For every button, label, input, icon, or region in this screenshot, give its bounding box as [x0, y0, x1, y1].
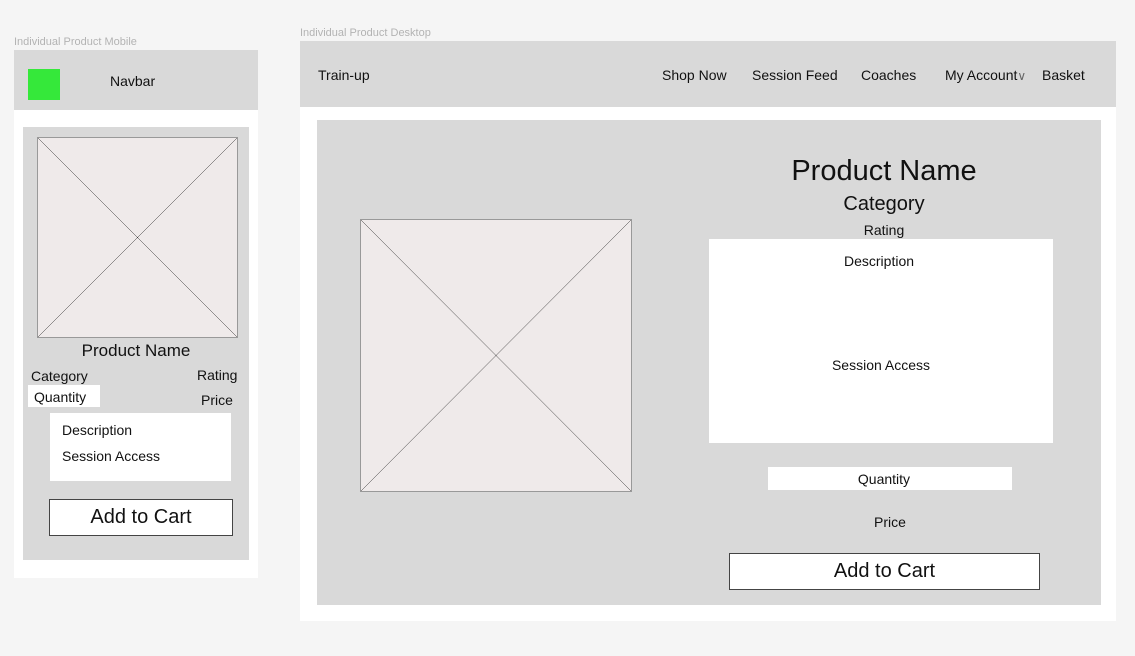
add-to-cart-button[interactable]: Add to Cart: [729, 553, 1040, 590]
desktop-navbar: Train-up Shop Now Session Feed Coaches M…: [300, 41, 1116, 107]
category-label: Category: [31, 368, 88, 384]
my-account-label: My Account: [945, 67, 1018, 83]
mobile-frame-label: Individual Product Mobile: [14, 36, 137, 48]
description-box: Description Session Access: [50, 413, 231, 481]
description-box: Description Session Access: [709, 239, 1053, 443]
session-access-label: Session Access: [62, 448, 161, 464]
add-to-cart-label: Add to Cart: [90, 506, 192, 528]
category-label: Category: [843, 193, 925, 215]
description-label: Description: [62, 422, 133, 438]
quantity-input[interactable]: Quantity: [28, 385, 100, 407]
nav-basket[interactable]: Basket: [1042, 67, 1085, 83]
price-label: Price: [874, 514, 906, 530]
brand-logo[interactable]: Train-up: [318, 67, 370, 83]
add-to-cart-button[interactable]: Add to Cart: [49, 499, 233, 536]
desktop-frame-label: Individual Product Desktop: [300, 27, 431, 39]
mobile-frame: Navbar Product Name Category Rating Quan…: [14, 50, 258, 578]
session-access-label: Session Access: [831, 357, 931, 373]
price-label: Price: [201, 392, 233, 408]
nav-session-feed[interactable]: Session Feed: [752, 67, 838, 83]
nav-coaches[interactable]: Coaches: [861, 67, 916, 83]
mobile-navbar: Navbar: [14, 50, 258, 110]
rating-label: Rating: [863, 222, 905, 238]
quantity-label: Quantity: [857, 471, 911, 487]
nav-my-account[interactable]: My Account∨: [945, 67, 1026, 83]
product-image-placeholder: [37, 137, 238, 338]
product-image-placeholder: [360, 219, 632, 492]
chevron-down-icon: ∨: [1017, 69, 1027, 83]
quantity-label: Quantity: [34, 389, 87, 405]
product-name: Product Name: [791, 155, 977, 187]
add-to-cart-label: Add to Cart: [833, 560, 936, 582]
quantity-input[interactable]: Quantity: [768, 467, 1012, 490]
navbar-label: Navbar: [110, 73, 156, 89]
desktop-product-panel: Product Name Category Rating Description…: [317, 120, 1101, 605]
rating-label: Rating: [197, 367, 238, 383]
nav-shop-now[interactable]: Shop Now: [662, 67, 727, 83]
logo-icon[interactable]: [28, 69, 60, 100]
description-label: Description: [843, 253, 915, 269]
mobile-product-card: Product Name Category Rating Quantity Pr…: [23, 127, 249, 560]
product-name: Product Name: [81, 341, 191, 360]
desktop-frame: Train-up Shop Now Session Feed Coaches M…: [300, 41, 1116, 621]
